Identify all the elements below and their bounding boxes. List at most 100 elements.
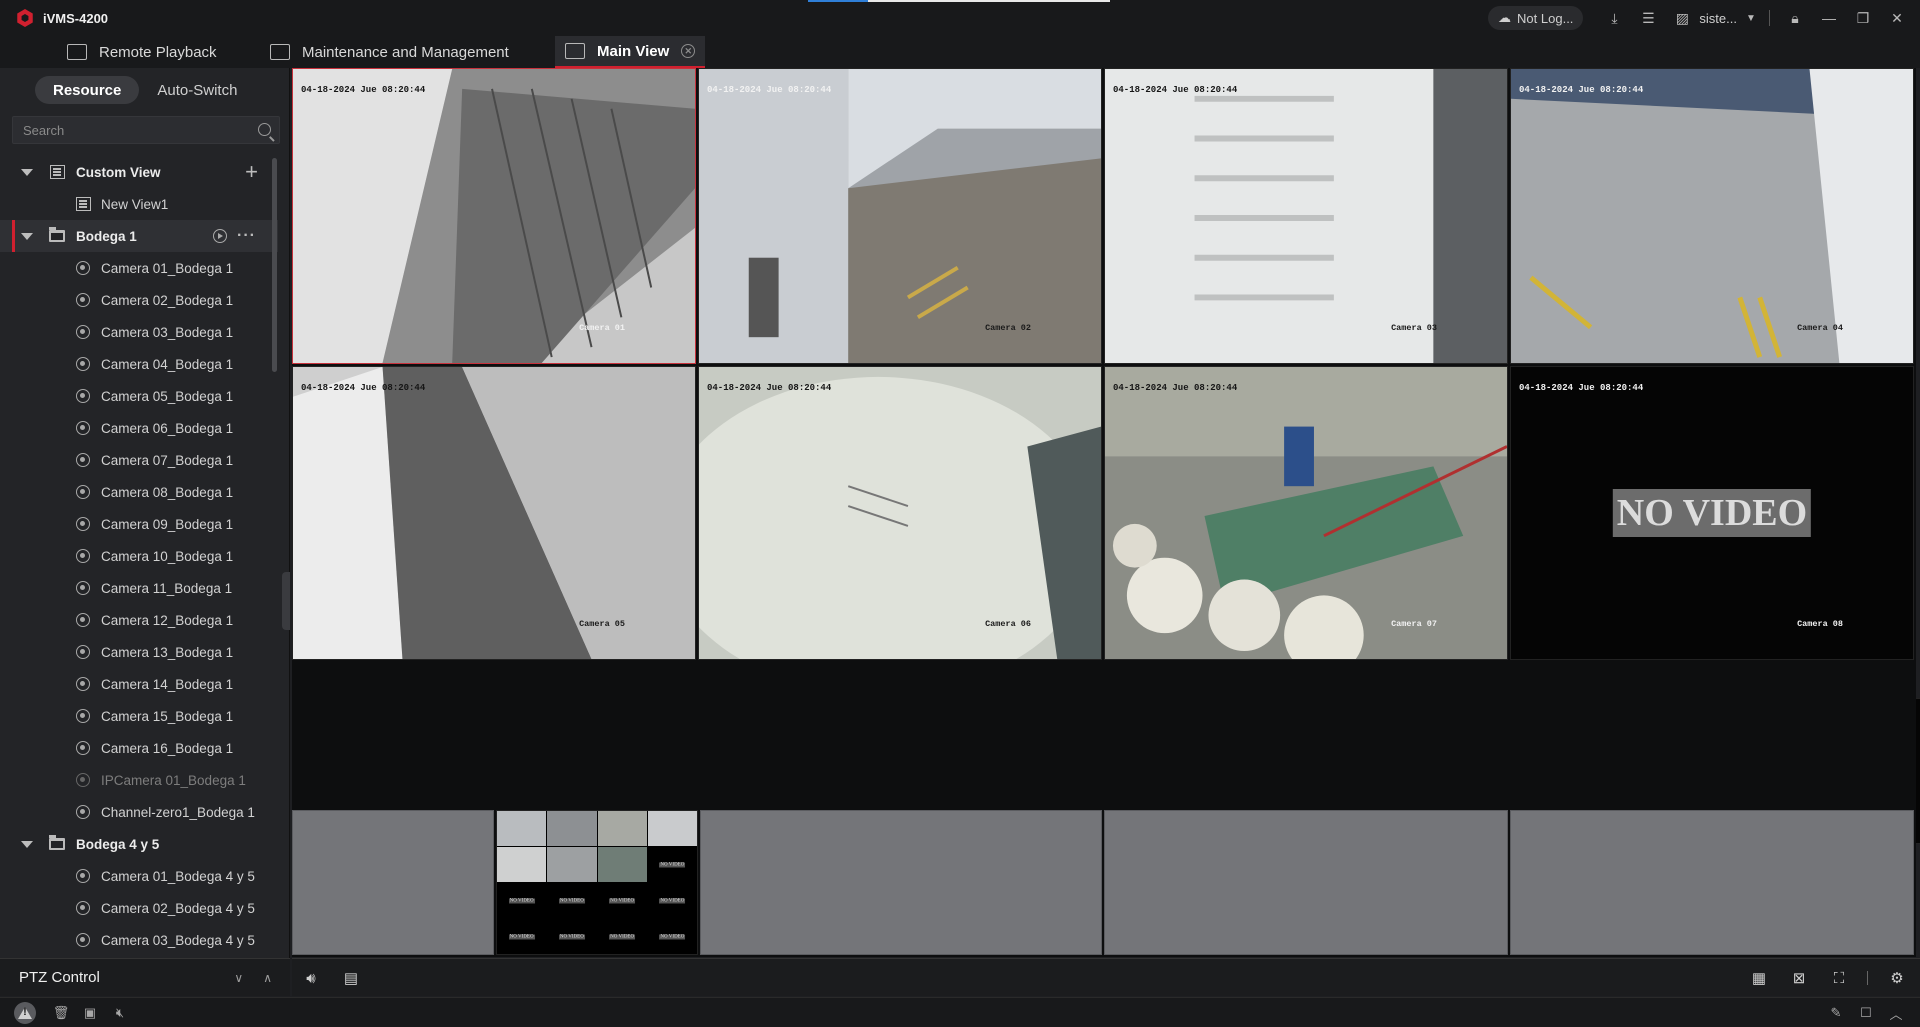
chevron-up-icon[interactable]: ∧ xyxy=(263,971,272,985)
lock-icon[interactable]: 🔒︎ xyxy=(1778,0,1812,36)
camera-icon xyxy=(76,869,90,883)
settings-gear-icon[interactable]: ⚙ xyxy=(1882,959,1912,997)
folder-icon xyxy=(49,227,65,242)
tree-group-bodega-1[interactable]: Bodega 1 ··· xyxy=(0,220,278,252)
video-window[interactable]: 04-18-2024 Jue 08:20:44 Camera 02 xyxy=(698,68,1102,364)
channel-zero-mosaic: NO VIDEO NO VIDEO NO VIDEO NO VIDEO NO VIDE… xyxy=(497,811,697,954)
main-view-icon xyxy=(565,43,585,59)
panel-collapse-handle[interactable] xyxy=(282,572,290,630)
tree-item-camera[interactable]: Camera 16_Bodega 1 xyxy=(0,732,278,764)
alarm-warning-icon[interactable] xyxy=(14,1002,36,1024)
resource-panel: Resource Auto-Switch Custom View + New V… xyxy=(0,68,290,958)
window-division-icon[interactable]: ▦ xyxy=(1744,959,1774,997)
tree-item-camera[interactable]: Camera 06_Bodega 1 xyxy=(0,412,278,444)
video-window[interactable]: 04-18-2024 Jue 08:20:44 Camera 06 xyxy=(698,366,1102,660)
window-icon[interactable]: ☐ xyxy=(1854,998,1878,1027)
tree-item-camera[interactable]: IPCamera 01_Bodega 1 xyxy=(0,764,278,796)
chevron-down-icon[interactable]: ∨ xyxy=(234,971,243,985)
tree-item-camera[interactable]: Camera 14_Bodega 1 xyxy=(0,668,278,700)
tab-remote-playback[interactable]: Remote Playback xyxy=(67,36,217,68)
auto-switch-tab[interactable]: Auto-Switch xyxy=(139,76,255,104)
tab-maintenance[interactable]: Maintenance and Management xyxy=(270,36,509,68)
tree-item-camera[interactable]: Camera 10_Bodega 1 xyxy=(0,540,278,572)
empty-window[interactable] xyxy=(1510,810,1914,955)
camera-icon xyxy=(76,517,90,531)
tree-item-camera[interactable]: Channel-zero1_Bodega 1 xyxy=(0,796,278,828)
task-list-icon[interactable]: ☰ xyxy=(1631,0,1665,36)
minimize-icon[interactable]: — xyxy=(1812,0,1846,36)
more-icon[interactable]: ··· xyxy=(237,227,256,245)
video-window[interactable]: 04-18-2024 Jue 08:20:44 NO VIDEO Camera … xyxy=(1510,366,1914,660)
tree-item-camera[interactable]: Camera 03_Bodega 4 y 5 xyxy=(0,924,278,951)
caret-down-icon[interactable] xyxy=(21,232,33,240)
group-label: Custom View xyxy=(76,164,161,180)
tree-item-camera[interactable]: Camera 08_Bodega 1 xyxy=(0,476,278,508)
mute-icon[interactable]: 🔇︎ xyxy=(108,998,132,1027)
video-window[interactable]: 04-18-2024 Jue 08:20:44 Camera 01 xyxy=(292,68,696,364)
playback-icon xyxy=(67,44,87,60)
caret-down-icon[interactable] xyxy=(21,168,33,176)
video-window[interactable]: 04-18-2024 Jue 08:20:44 Camera 04 xyxy=(1510,68,1914,364)
tree-item-camera[interactable]: Camera 02_Bodega 1 xyxy=(0,284,278,316)
camera-feed xyxy=(1105,367,1507,659)
video-window[interactable]: 04-18-2024 Jue 08:20:44 Camera 03 xyxy=(1104,68,1508,364)
caret-down-icon[interactable] xyxy=(21,840,33,848)
camera-label: Camera 14_Bodega 1 xyxy=(101,676,234,692)
stop-all-icon[interactable]: ⊠ xyxy=(1784,959,1814,997)
close-tab-icon[interactable]: ✕ xyxy=(681,44,696,58)
search-icon[interactable] xyxy=(258,123,271,136)
tree-item-view[interactable]: New View1 xyxy=(0,188,278,220)
chevron-down-icon[interactable]: ▼ xyxy=(1741,0,1761,36)
camera-label: Camera 12_Bodega 1 xyxy=(101,612,234,628)
user-menu[interactable]: siste... xyxy=(1699,11,1737,26)
tree-item-camera[interactable]: Camera 07_Bodega 1 xyxy=(0,444,278,476)
tree-scrollbar[interactable] xyxy=(272,158,277,372)
tree-item-camera[interactable]: Camera 03_Bodega 1 xyxy=(0,316,278,348)
tree-item-camera[interactable]: Camera 15_Bodega 1 xyxy=(0,700,278,732)
capture-icon[interactable]: ▣ xyxy=(78,998,102,1027)
video-window[interactable]: 04-18-2024 Jue 08:20:44 Camera 05 xyxy=(292,366,696,660)
tree-group-custom-view[interactable]: Custom View + xyxy=(0,156,278,188)
add-view-icon[interactable]: + xyxy=(245,159,258,185)
tree-item-camera[interactable]: Camera 05_Bodega 1 xyxy=(0,380,278,412)
image-icon[interactable]: ▨ xyxy=(1665,0,1699,36)
volume-icon[interactable]: 🔊︎ xyxy=(296,959,326,997)
view-label: New View1 xyxy=(101,196,169,212)
download-icon[interactable]: ⤓ xyxy=(1597,0,1631,36)
video-window-channel-zero[interactable]: NO VIDEO NO VIDEO NO VIDEO NO VIDEO NO VIDE… xyxy=(496,810,698,955)
empty-window[interactable] xyxy=(1104,810,1508,955)
chevron-up-icon[interactable]: ︿ xyxy=(1884,998,1908,1027)
resource-tab[interactable]: Resource xyxy=(35,76,140,104)
video-grid: 04-18-2024 Jue 08:20:44 Camera 01 04-18-… xyxy=(292,68,1916,957)
camera-label: Camera 01_Bodega 1 xyxy=(101,260,234,276)
tree-item-camera[interactable]: Camera 12_Bodega 1 xyxy=(0,604,278,636)
camera-icon xyxy=(76,741,90,755)
tree-item-camera[interactable]: Camera 09_Bodega 1 xyxy=(0,508,278,540)
tab-main-view[interactable]: Main View ✕ xyxy=(555,36,706,68)
ptz-control-header[interactable]: PTZ Control ∨ ∧ xyxy=(0,958,290,996)
app-window: iVMS-4200 ☁ Not Log... ⤓ ☰ ▨ siste... ▼ … xyxy=(0,0,1920,1027)
restore-icon[interactable]: ❐ xyxy=(1846,0,1880,36)
play-all-icon[interactable] xyxy=(213,229,228,243)
tree-item-camera[interactable]: Camera 01_Bodega 1 xyxy=(0,252,278,284)
tree-item-camera[interactable]: Camera 01_Bodega 4 y 5 xyxy=(0,860,278,892)
view-icon xyxy=(76,197,91,211)
tree-item-camera[interactable]: Camera 11_Bodega 1 xyxy=(0,572,278,604)
tree-group-bodega-4-y-5[interactable]: Bodega 4 y 5 xyxy=(0,828,278,860)
video-window[interactable]: 04-18-2024 Jue 08:20:44 Camera 07 xyxy=(1104,366,1508,660)
record-all-icon[interactable]: ▤ xyxy=(336,959,366,997)
cloud-login-button[interactable]: ☁ Not Log... xyxy=(1488,6,1584,30)
pin-icon[interactable]: ✎ xyxy=(1824,998,1848,1027)
tree-item-camera[interactable]: Camera 13_Bodega 1 xyxy=(0,636,278,668)
empty-window[interactable] xyxy=(700,810,1102,955)
tree-item-camera[interactable]: Camera 04_Bodega 1 xyxy=(0,348,278,380)
osd-camera-name: Camera 08 xyxy=(1797,619,1843,629)
fullscreen-icon[interactable]: ⛶ xyxy=(1824,959,1854,997)
close-icon[interactable]: ✕ xyxy=(1880,0,1914,36)
cloud-status-label: Not Log... xyxy=(1517,10,1574,26)
tree-item-camera[interactable]: Camera 02_Bodega 4 y 5 xyxy=(0,892,278,924)
trash-icon[interactable]: 🗑︎ xyxy=(49,998,73,1027)
empty-window[interactable] xyxy=(292,810,494,955)
search-input[interactable] xyxy=(13,117,243,143)
osd-timestamp: 04-18-2024 Jue 08:20:44 xyxy=(301,85,426,95)
